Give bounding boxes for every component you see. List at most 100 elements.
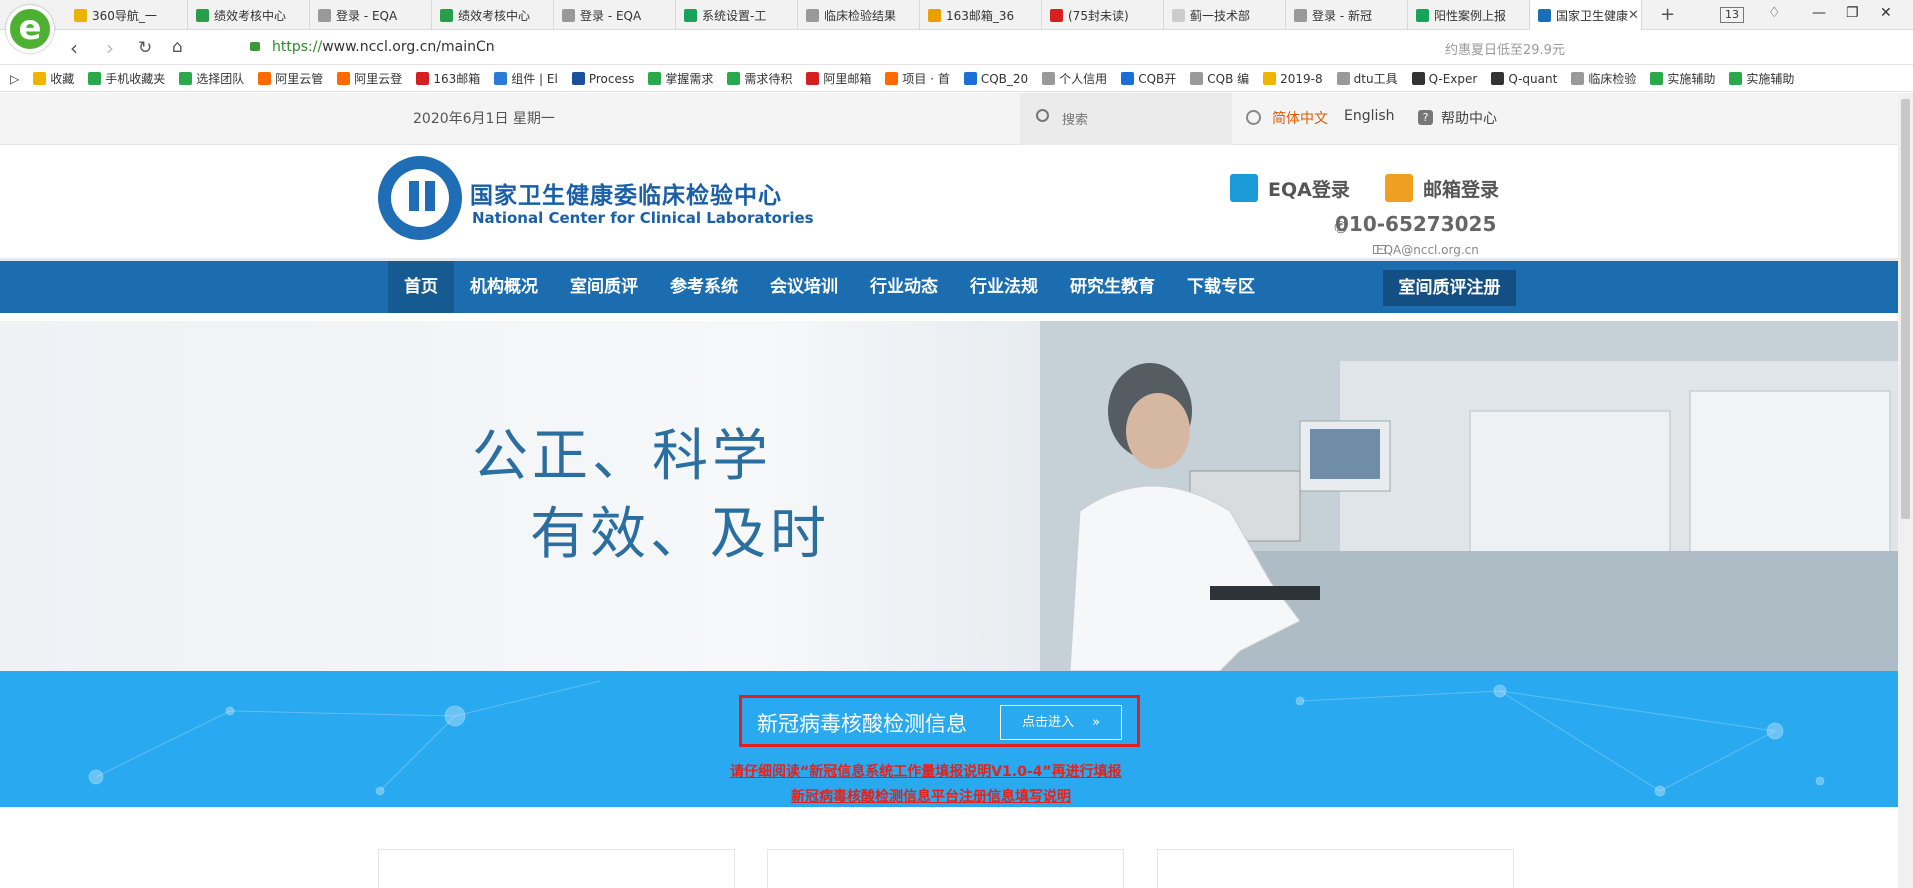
covid-enter-button[interactable]: 点击进入 » — [1000, 705, 1122, 740]
url-field[interactable]: https://www.nccl.org.cn/mainCn — [272, 39, 495, 55]
nav-item[interactable]: 参考系统 — [654, 261, 754, 313]
content-card[interactable] — [378, 849, 735, 888]
bookmark-item[interactable]: CQB 编 — [1190, 70, 1249, 87]
content-card[interactable] — [1157, 849, 1514, 888]
help-center-link[interactable]: 帮助中心 — [1441, 108, 1497, 128]
url-scheme: https:// — [272, 39, 323, 55]
eqa-login-link[interactable]: EQA登录 — [1230, 174, 1350, 202]
tab-favicon-icon — [1416, 8, 1429, 22]
bookmark-favicon-icon — [727, 72, 741, 85]
tab-label: 登录 - EQA — [336, 8, 398, 23]
lang-english-link[interactable]: English — [1344, 108, 1395, 124]
bookmark-item[interactable]: 项目 · 首 — [885, 70, 950, 87]
site-top-strip: 2020年6月1日 星期一 简体中文 English ? 帮助中心 — [0, 93, 1898, 145]
back-icon[interactable]: ‹ — [70, 36, 78, 60]
site-name-cn[interactable]: 国家卫生健康委临床检验中心 — [470, 176, 782, 210]
search-input[interactable] — [1062, 108, 1212, 130]
tab-label: 登录 - 新冠 — [1312, 8, 1372, 23]
browser-logo-icon[interactable]: e — [6, 5, 54, 53]
eqa-register-button[interactable]: 室间质评注册 — [1383, 270, 1516, 306]
bookmark-label: 163邮箱 — [433, 72, 481, 86]
bookmark-item[interactable]: 163邮箱 — [416, 70, 480, 87]
minimize-button[interactable]: — — [1812, 5, 1826, 21]
bookmark-label: 临床检验 — [1588, 72, 1637, 86]
site-header: 国家卫生健康委临床检验中心 National Center for Clinic… — [0, 146, 1898, 257]
browser-tab[interactable]: 绩效考核中心 — [188, 0, 310, 30]
search-icon[interactable] — [1036, 109, 1049, 122]
bookmark-item[interactable]: 组件 | El — [494, 70, 558, 87]
bookmark-item[interactable]: 个人信用 — [1042, 70, 1107, 87]
close-tab-icon[interactable]: ✕ — [1628, 8, 1639, 23]
browser-tab[interactable]: 阳性案例上报 — [1408, 0, 1530, 30]
tab-label: 临床检验结果 — [824, 8, 897, 23]
nav-item[interactable]: 会议培训 — [754, 261, 854, 313]
bookmarks-toggle-icon[interactable]: ▷ — [10, 72, 19, 86]
lang-chinese-link[interactable]: 简体中文 — [1272, 108, 1328, 128]
tab-label: (75封未读) — [1068, 8, 1129, 23]
bookmark-label: 掌握需求 — [665, 72, 714, 86]
bookmark-item[interactable]: Process — [571, 72, 634, 86]
browser-tab[interactable]: 绩效考核中心 — [432, 0, 554, 30]
covid-guide-link[interactable]: 请仔细阅读“新冠信息系统工作量填报说明V1.0-4”再进行填报 — [730, 761, 1122, 781]
new-tab-button[interactable]: + — [1660, 4, 1675, 25]
bookmark-item[interactable]: dtu工具 — [1336, 70, 1398, 87]
covid-register-guide-link[interactable]: 新冠病毒核酸检测信息平台注册信息填写说明 — [791, 786, 1071, 806]
scrollbar-thumb[interactable] — [1901, 99, 1910, 519]
bookmark-favicon-icon — [1121, 72, 1135, 85]
bookmark-item[interactable]: 收藏 — [33, 70, 74, 87]
bookmark-item[interactable]: Q-quant — [1491, 72, 1557, 86]
bookmark-label: 阿里云登 — [354, 72, 403, 86]
browser-tab[interactable]: 登录 - EQA — [310, 0, 432, 30]
bookmark-item[interactable]: 需求待积 — [727, 70, 792, 87]
browser-tab[interactable]: (75封未读) — [1042, 0, 1164, 30]
browser-tab[interactable]: 登录 - EQA — [554, 0, 676, 30]
bookmark-item[interactable]: 实施辅助 — [1729, 70, 1794, 87]
browser-tab[interactable]: 临床检验结果 — [798, 0, 920, 30]
mail-login-link[interactable]: 邮箱登录 — [1385, 174, 1499, 202]
content-card[interactable] — [767, 849, 1124, 888]
nav-item[interactable]: 下载专区 — [1171, 261, 1271, 313]
hero-banner[interactable]: 公正、科学 有效、及时 — [0, 321, 1898, 671]
bookmark-item[interactable]: 选择团队 — [179, 70, 244, 87]
bookmark-favicon-icon — [885, 72, 899, 85]
site-name-en[interactable]: National Center for Clinical Laboratorie… — [472, 209, 814, 227]
home-icon[interactable]: ⌂ — [172, 37, 183, 57]
bookmark-item[interactable]: CQB开 — [1121, 70, 1176, 87]
bookmark-item[interactable]: 阿里邮箱 — [806, 70, 871, 87]
tab-favicon-icon — [806, 8, 819, 22]
browser-tab[interactable]: 360导航_一 — [66, 0, 188, 30]
mail-login-label: 邮箱登录 — [1423, 178, 1500, 201]
bookmark-favicon-icon — [337, 72, 351, 85]
browser-tab[interactable]: 登录 - 新冠 — [1286, 0, 1408, 30]
bookmark-label: 个人信用 — [1059, 72, 1108, 86]
browser-tab[interactable]: 蓟一技术部 — [1164, 0, 1286, 30]
bookmark-item[interactable]: 临床检验 — [1571, 70, 1636, 87]
reload-icon[interactable]: ↻ — [138, 38, 152, 58]
tab-count-badge[interactable]: 13 — [1720, 7, 1744, 23]
restore-button[interactable]: ❐ — [1846, 5, 1859, 21]
close-window-button[interactable]: ✕ — [1880, 5, 1892, 21]
browser-tab[interactable]: 国家卫生健康 ✕ — [1530, 0, 1642, 30]
nav-item[interactable]: 行业动态 — [854, 261, 954, 313]
browser-tab[interactable]: 系统设置-工 — [676, 0, 798, 30]
site-logo-emblem[interactable] — [378, 156, 462, 240]
bookmark-item[interactable]: 阿里云登 — [337, 70, 402, 87]
skin-icon[interactable]: ♢ — [1768, 5, 1781, 21]
bookmark-item[interactable]: CQB_20 — [963, 72, 1028, 86]
address-ad-text[interactable]: 约惠夏日低至29.9元 — [1445, 39, 1565, 58]
bookmark-item[interactable]: 手机收藏夹 — [88, 70, 165, 87]
nav-item[interactable]: 室间质评 — [554, 261, 654, 313]
nav-item[interactable]: 首页 — [388, 261, 454, 313]
browser-tab[interactable]: 163邮箱_36 — [920, 0, 1042, 30]
nav-item[interactable]: 机构概况 — [454, 261, 554, 313]
bookmark-item[interactable]: 2019-8 — [1263, 72, 1323, 86]
bookmark-item[interactable]: 阿里云管 — [258, 70, 323, 87]
nav-item[interactable]: 行业法规 — [954, 261, 1054, 313]
bookmark-item[interactable]: Q-Exper — [1411, 72, 1477, 86]
forward-icon[interactable]: › — [106, 36, 114, 60]
nav-item[interactable]: 研究生教育 — [1054, 261, 1171, 313]
page-scrollbar[interactable] — [1898, 93, 1913, 888]
bookmark-item[interactable]: 掌握需求 — [648, 70, 713, 87]
bookmark-item[interactable]: 实施辅助 — [1650, 70, 1715, 87]
covid-title: 新冠病毒核酸检测信息 — [757, 712, 967, 736]
